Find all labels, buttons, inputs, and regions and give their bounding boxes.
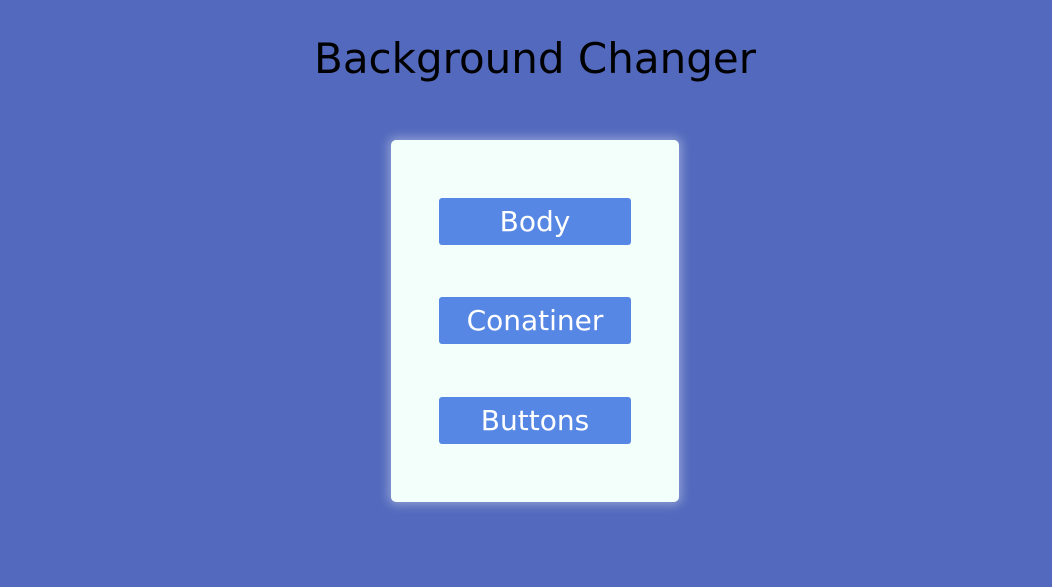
buttons-button[interactable]: Buttons (439, 397, 631, 444)
page-title: Background Changer (314, 34, 756, 83)
body-button[interactable]: Body (439, 198, 631, 245)
button-container: Body Conatiner Buttons (391, 140, 679, 502)
container-button[interactable]: Conatiner (439, 297, 631, 344)
